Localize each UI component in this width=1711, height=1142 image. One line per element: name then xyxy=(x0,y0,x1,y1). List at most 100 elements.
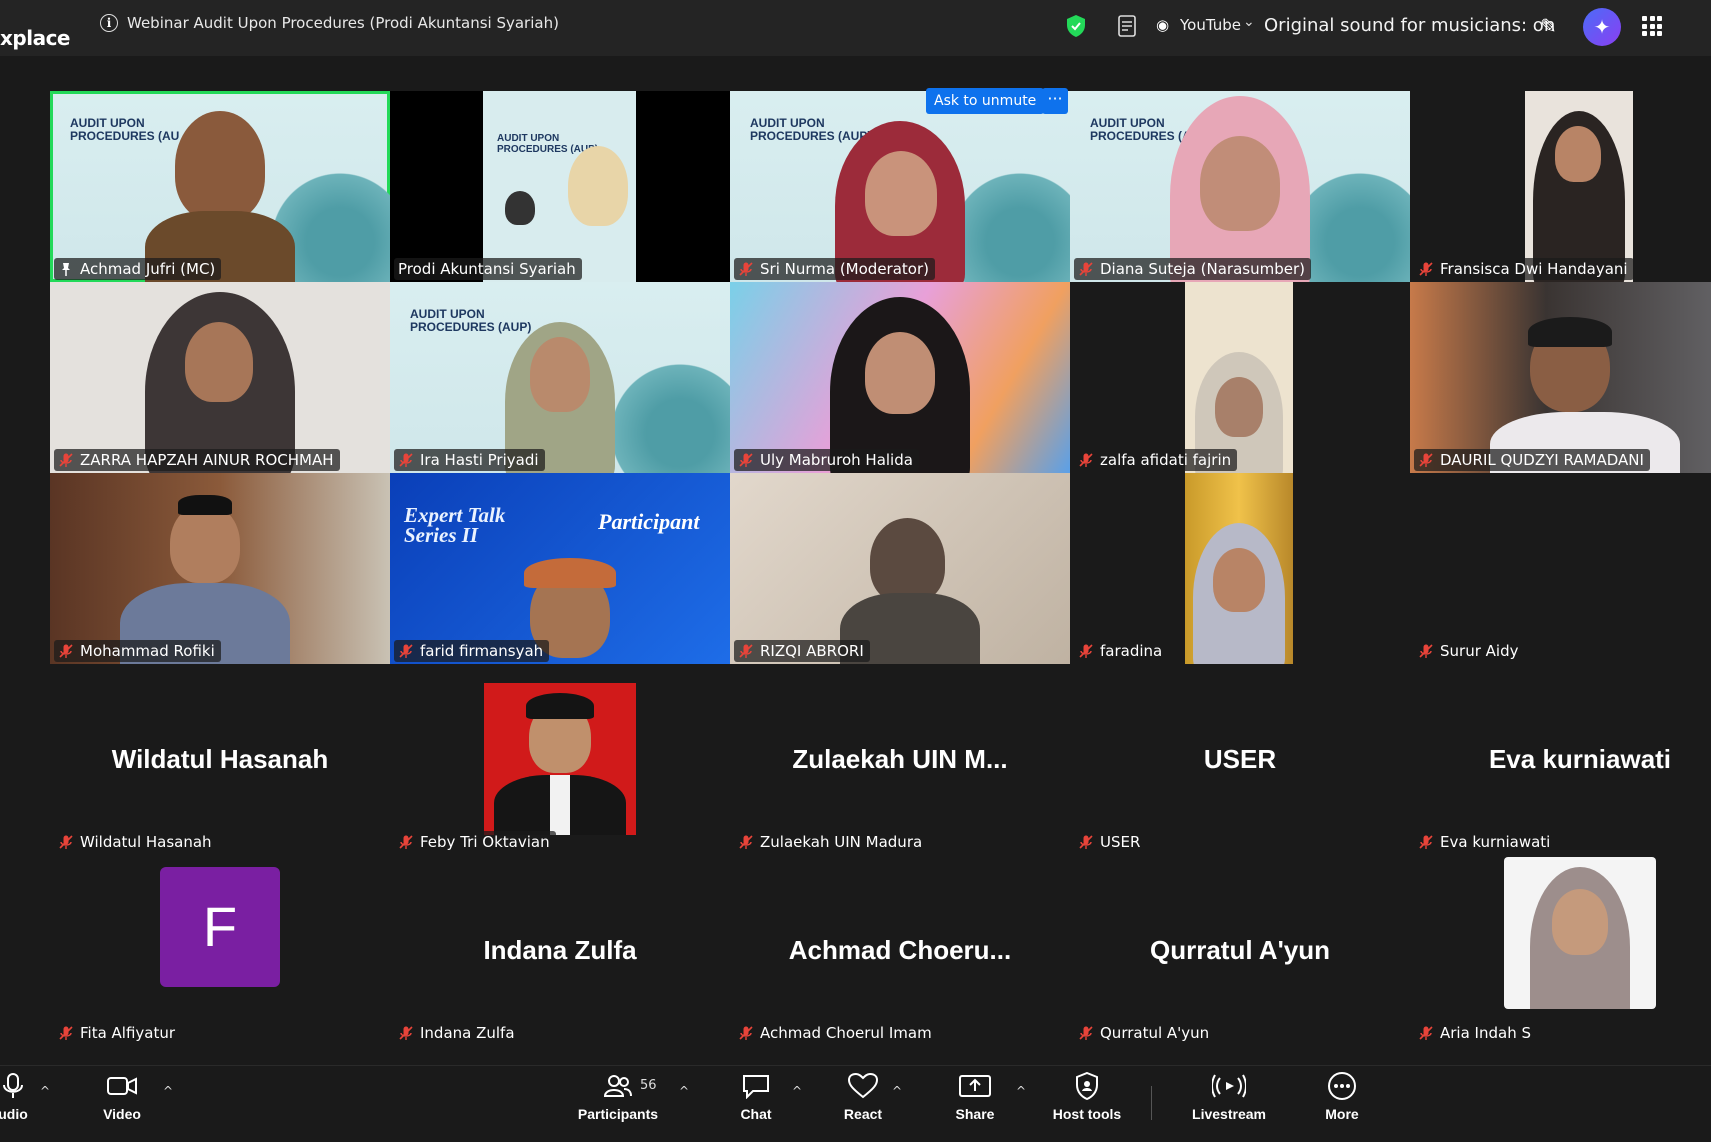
name-tile[interactable]: Indana Zulfa Indana Zulfa xyxy=(390,855,730,1046)
participant-name: ZARRA HAPZAH AINUR ROCHMAH xyxy=(80,451,334,469)
participant-name-tag: Ira Hasti Priyadi xyxy=(394,449,545,471)
meeting-title: Webinar Audit Upon Procedures (Prodi Aku… xyxy=(127,14,559,32)
participant-display-name: Zulaekah UIN M... xyxy=(792,744,1008,774)
slide-title: AUDIT UPON PROCEDURES (AUP) xyxy=(410,307,532,334)
muted-mic-icon xyxy=(739,835,753,849)
name-tile[interactable]: Achmad Choeru... Achmad Choerul Imam xyxy=(730,855,1070,1046)
video-tile[interactable]: DAURIL QUDZYI RAMADANI xyxy=(1410,282,1711,473)
info-icon[interactable]: i xyxy=(100,14,118,32)
share-screen-icon xyxy=(959,1075,991,1097)
participant-name: Indana Zulfa xyxy=(420,1024,515,1042)
name-tile[interactable]: Feby Tri Oktavian xyxy=(390,664,730,855)
name-tile[interactable]: Zulaekah UIN M... Zulaekah UIN Madura xyxy=(730,664,1070,855)
participant-hair xyxy=(526,693,594,719)
video-tile[interactable]: zalfa afidati fajrin xyxy=(1070,282,1410,473)
ask-to-unmute-button[interactable]: Ask to unmute xyxy=(926,88,1045,114)
video-tile[interactable]: Expert Talk Series II Participant farid f… xyxy=(390,473,730,664)
video-tile[interactable]: RIZQI ABRORI xyxy=(730,473,1070,664)
participant-name: Diana Suteja (Narasumber) xyxy=(1100,260,1305,278)
shield-icon[interactable] xyxy=(1066,14,1086,38)
chat-icon xyxy=(743,1075,769,1099)
wand-icon[interactable]: ✎ xyxy=(1540,14,1557,38)
participant-name-tag: Diana Suteja (Narasumber) xyxy=(1074,258,1311,280)
participant-face xyxy=(1555,126,1601,182)
name-tile[interactable]: F Fita Alfiyatur xyxy=(50,855,390,1046)
participant-name-tag: Uly Mabruroh Halida xyxy=(734,449,919,471)
react-button[interactable]: React xyxy=(840,1066,886,1142)
video-tile[interactable]: AUDIT UPON PROCEDURES (AU Achmad Jufri (M… xyxy=(50,91,390,282)
muted-mic-icon xyxy=(1079,1026,1093,1040)
muted-mic-icon xyxy=(59,1026,73,1040)
video-tile[interactable]: faradina xyxy=(1070,473,1410,664)
video-button[interactable]: Video xyxy=(92,1066,152,1142)
chat-button[interactable]: Chat xyxy=(736,1066,776,1142)
participant-name-tag: Zulaekah UIN Madura xyxy=(734,831,929,853)
participant-name-tag: DAURIL QUDZYI RAMADANI xyxy=(1414,449,1650,471)
video-tile[interactable]: ZARRA HAPZAH AINUR ROCHMAH xyxy=(50,282,390,473)
participant-name: Surur Aidy xyxy=(1440,642,1519,660)
name-tile[interactable]: Aria Indah S xyxy=(1410,855,1711,1046)
audio-options-caret[interactable]: ^ xyxy=(40,1084,50,1098)
participant-name-tag: Wildatul Hasanah xyxy=(54,831,218,853)
tile-more-options-button[interactable]: ··· xyxy=(1042,88,1068,114)
video-tile[interactable]: Surur Aidy xyxy=(1410,473,1711,664)
share-button[interactable]: Share xyxy=(952,1066,998,1142)
ai-companion-icon[interactable]: ✦ xyxy=(1583,8,1621,46)
muted-mic-icon xyxy=(59,835,73,849)
video-tile[interactable]: AUDIT UPON PROCEDURES (AU Diana Suteja (N… xyxy=(1070,91,1410,282)
more-button[interactable]: More xyxy=(1320,1066,1364,1142)
name-tile[interactable]: Qurratul A'yun Qurratul A'yun xyxy=(1070,855,1410,1046)
react-options-caret[interactable]: ^ xyxy=(892,1084,902,1098)
brand-fragment: xplace xyxy=(0,26,71,50)
transcript-icon[interactable] xyxy=(1117,15,1137,37)
participant-name-tag: Fransisca Dwi Handayani xyxy=(1414,258,1634,280)
host-tools-label: Host tools xyxy=(1052,1106,1122,1122)
video-tile[interactable]: Mohammad Rofiki xyxy=(50,473,390,664)
participant-hair xyxy=(1528,317,1612,347)
participant-name: Mohammad Rofiki xyxy=(80,642,215,660)
video-tile[interactable]: Uly Mabruroh Halida xyxy=(730,282,1070,473)
share-options-caret[interactable]: ^ xyxy=(1016,1084,1026,1098)
name-tile[interactable]: USER USER xyxy=(1070,664,1410,855)
livestream-button[interactable]: Livestream xyxy=(1186,1066,1272,1142)
muted-mic-icon xyxy=(399,1026,413,1040)
participant-name: Feby Tri Oktavian xyxy=(420,833,550,851)
muted-mic-icon xyxy=(1419,644,1433,658)
video-tile[interactable]: AUDIT UPON PROCEDURES (AUP) Sri Nurma (Mo… xyxy=(730,91,1070,282)
participant-name-tag: Achmad Choerul Imam xyxy=(734,1022,938,1044)
meeting-toolbar: udio ^ Video ^ Participants 56 ^ Chat ^ … xyxy=(0,1065,1711,1142)
participant-name: Prodi Akuntansi Syariah xyxy=(398,260,576,278)
audio-button[interactable]: udio xyxy=(0,1066,38,1142)
participant-cap xyxy=(524,558,616,588)
name-tile[interactable]: Wildatul Hasanah Wildatul Hasanah xyxy=(50,664,390,855)
video-tile[interactable]: AUDIT UPON PROCEDURES (AUP) Ira Hasti Pri… xyxy=(390,282,730,473)
video-tile[interactable]: Fransisca Dwi Handayani xyxy=(1410,91,1711,282)
muted-mic-icon xyxy=(59,644,73,658)
muted-mic-icon xyxy=(1419,453,1433,467)
name-tile[interactable]: Eva kurniawati Eva kurniawati xyxy=(1410,664,1711,855)
poster-image: AUDIT UPON PROCEDURES (AUP) xyxy=(483,91,636,282)
apps-grid-icon[interactable] xyxy=(1642,16,1662,36)
chat-options-caret[interactable]: ^ xyxy=(792,1084,802,1098)
moderator-photo xyxy=(505,191,535,225)
profile-photo xyxy=(1504,857,1656,1009)
participant-video xyxy=(1185,473,1293,664)
participant-name-tag: ZARRA HAPZAH AINUR ROCHMAH xyxy=(54,449,340,471)
participants-options-caret[interactable]: ^ xyxy=(679,1084,689,1098)
video-tile[interactable]: AUDIT UPON PROCEDURES (AUP) Prodi Akuntan… xyxy=(390,91,730,282)
chevron-down-icon[interactable]: ⌄ xyxy=(1243,14,1255,30)
video-options-caret[interactable]: ^ xyxy=(163,1084,173,1098)
participant-name: Ira Hasti Priyadi xyxy=(420,451,539,469)
participant-name: Fita Alfiyatur xyxy=(80,1024,176,1042)
original-sound-status[interactable]: Original sound for musicians: on xyxy=(1264,15,1555,36)
host-tools-button[interactable]: Host tools xyxy=(1050,1066,1124,1142)
more-options-icon xyxy=(1328,1072,1356,1100)
participant-name-tag: Sri Nurma (Moderator) xyxy=(734,258,935,280)
pin-icon xyxy=(62,263,70,276)
slide-title: AUDIT UPON PROCEDURES (AUP) xyxy=(750,116,872,143)
stream-target-label[interactable]: YouTube xyxy=(1180,16,1241,34)
muted-mic-icon xyxy=(1079,262,1093,276)
participant-name-tag: Qurratul A'yun xyxy=(1074,1022,1216,1044)
participant-face xyxy=(1552,889,1608,955)
virtual-background-title: Expert Talk Series II xyxy=(404,503,506,547)
